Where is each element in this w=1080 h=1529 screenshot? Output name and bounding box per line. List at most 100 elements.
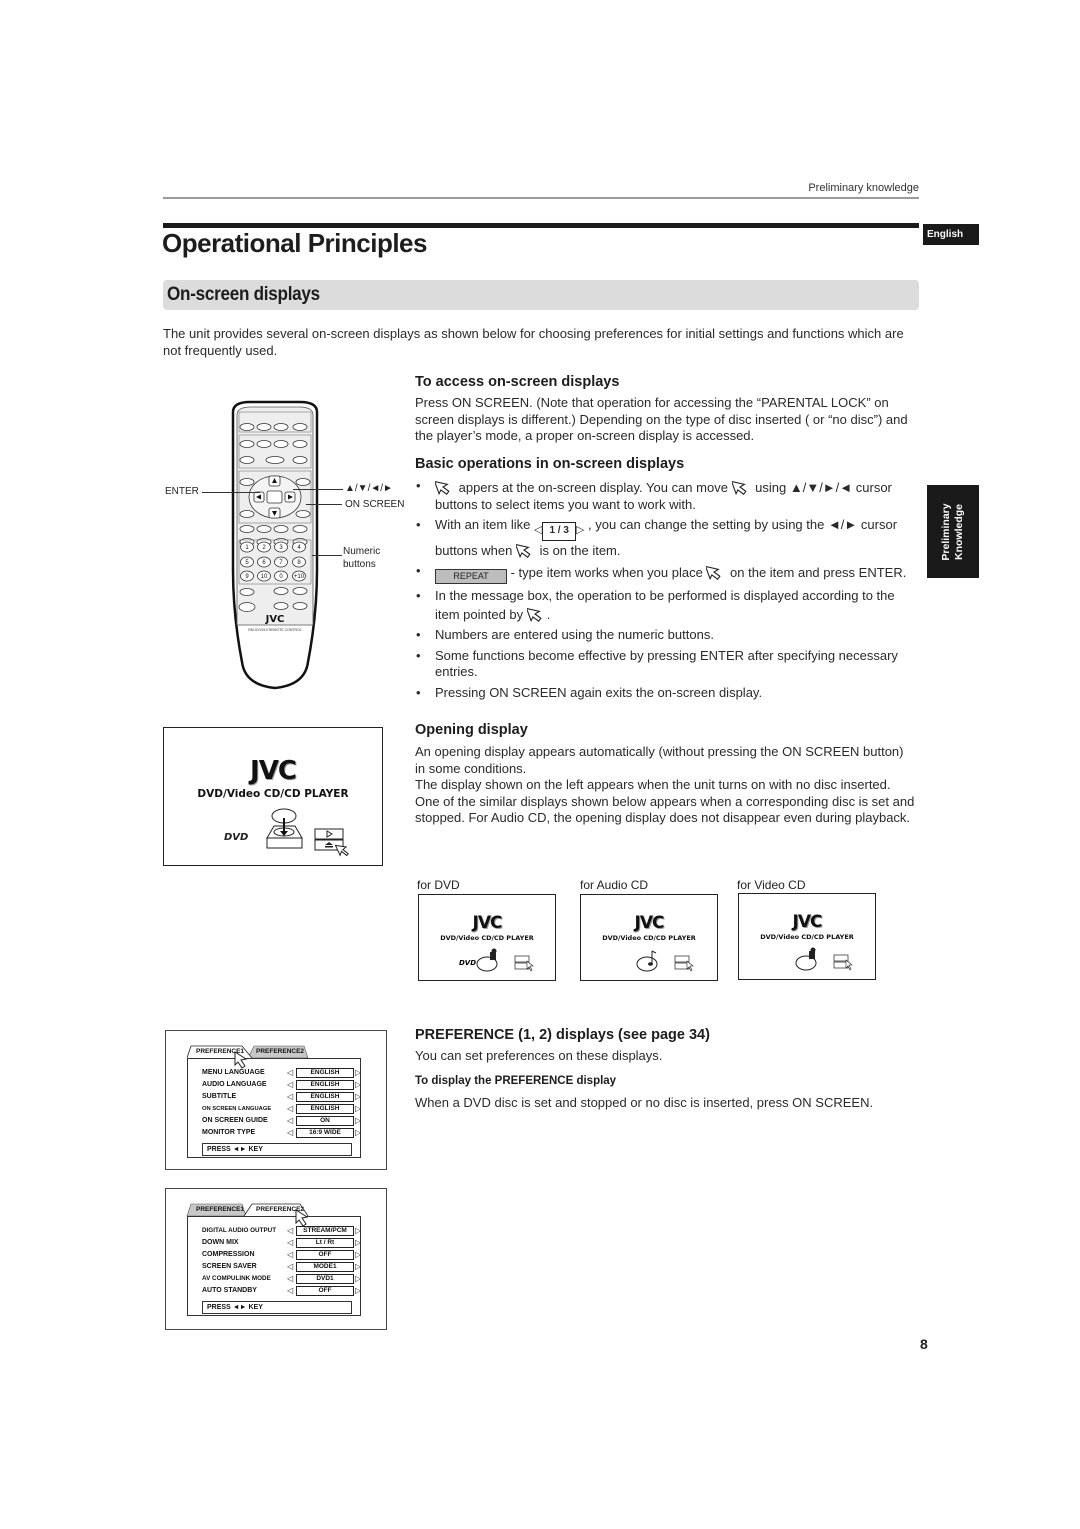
pref-row[interactable]: MENU LANGUAGE ◁ ENGLISH ▷ [188,1067,361,1079]
right-arrow-icon[interactable]: ▷ [355,1128,361,1138]
right-arrow-icon[interactable]: ▷ [355,1092,361,1102]
right-arrow-icon[interactable]: ▷ [355,1262,361,1272]
side-tab-line1: Preliminary [940,502,952,561]
pref-row[interactable]: COMPRESSION ◁ OFF ▷ [188,1249,361,1261]
item-example-box: ◁ 1 / 3 ▷ [534,521,584,541]
pref-label: COMPRESSION [202,1251,255,1258]
pref-value: Lt / Rt [296,1238,354,1248]
bullet3-text-a: - type item works when you place [507,565,707,580]
callout-line-arrows [293,489,343,490]
svg-text:10: 10 [261,574,268,580]
callout-numeric-line2: buttons [343,559,376,570]
pref-label: ON SCREEN GUIDE [202,1117,268,1124]
left-arrow-icon[interactable]: ◁ [287,1116,293,1126]
running-head: Preliminary knowledge [808,182,919,194]
screen-jvc-logo: JVC [250,756,297,786]
remote-control-illustration: 1234 5678 9 10 0 +10 JVC RM-SXV010 REMOTE C… [165,400,410,700]
right-arrow-icon[interactable]: ▷ [355,1068,361,1078]
right-arrow-icon[interactable]: ▷ [355,1238,361,1248]
preference2-list: DIGITAL AUDIO OUTPUT ◁ STREAM/PCM ▷ DOWN MI… [187,1216,361,1316]
left-arrow-icon[interactable]: ◁ [287,1286,293,1296]
opening-heading: Opening display [415,722,528,738]
right-arrow-icon[interactable]: ▷ [355,1274,361,1284]
pref-value: 16:9 WIDE [296,1128,354,1138]
pref-row[interactable]: SCREEN SAVER ◁ MODE1 ▷ [188,1261,361,1273]
bullet-numbers: Numbers are entered using the numeric bu… [415,627,915,644]
preference-subheading: To display the PREFERENCE display [415,1074,617,1087]
variant-label-dvd: for DVD [417,878,460,892]
cursor-arrow-icon [526,607,542,622]
cursor-arrow-icon [706,565,722,581]
pref-label: MONITOR TYPE [202,1129,256,1136]
bullet-cursor-appears: appers at the on-screen display. You can… [415,478,915,513]
left-arrow-icon[interactable]: ◁ [287,1238,293,1248]
bullet-repeat-type: REPEAT - type item works when you place … [415,563,915,584]
svg-text:JVC: JVC [265,614,285,625]
pref-row[interactable]: ON SCREEN GUIDE ◁ ON ▷ [188,1115,361,1127]
preference-section: PREFERENCE (1, 2) displays (see page 34)… [415,1027,915,1111]
pref-row[interactable]: AUDIO LANGUAGE ◁ ENGLISH ▷ [188,1079,361,1091]
variant-subtitle: DVD/Video CD/CD PLAYER [760,933,854,941]
cursor-arrow-icon [731,480,747,496]
page-number: 8 [920,1336,928,1352]
cursor-arrow-icon [515,543,531,558]
pref-value: ENGLISH [296,1092,354,1102]
pref-row[interactable]: AV COMPULINK MODE ◁ DVD1 ▷ [188,1273,361,1285]
right-arrow-icon[interactable]: ▷ [355,1116,361,1126]
right-arrow-icon[interactable]: ▷ [355,1250,361,1260]
opening-section: Opening display An opening display appea… [415,722,915,827]
bullet2-text-a: With an item like [435,517,534,532]
left-arrow-icon[interactable]: ◁ [287,1274,293,1284]
language-tab: English [923,224,979,245]
right-arrow-icon[interactable]: ▷ [355,1226,361,1236]
variant-jvc-logo: JVC [792,912,823,932]
pref-value: ENGLISH [296,1104,354,1114]
tab-preference2[interactable]: PREFERENCE2 [252,1046,308,1057]
bullet1-text-a: appers at the on-screen display. You can… [455,480,732,495]
opening-paragraph-1: An opening display appears automatically… [415,744,904,776]
right-arrow-icon[interactable]: ▷ [355,1080,361,1090]
tab-preference1[interactable]: PREFERENCE1 [192,1204,248,1215]
pref-row[interactable]: DOWN MIX ◁ Lt / Rt ▷ [188,1237,361,1249]
chapter-side-tab: Preliminary Knowledge [927,485,979,578]
left-arrow-icon[interactable]: ◁ [287,1128,293,1138]
left-arrow-icon[interactable]: ◁ [287,1262,293,1272]
variant-subtitle: DVD/Video CD/CD PLAYER [602,934,696,942]
bullet4-text-a: In the message box, the operation to be … [435,588,895,622]
pref-label: SCREEN SAVER [202,1263,257,1270]
left-arrow-icon[interactable]: ◁ [287,1226,293,1236]
left-arrow-icon[interactable]: ◁ [287,1092,293,1102]
left-arrow-icon[interactable]: ◁ [287,1068,293,1078]
callout-line-enter [202,492,260,493]
left-arrow-icon[interactable]: ◁ [287,1080,293,1090]
callout-arrows: ▲/▼/◄/► [345,483,393,494]
pref-label: DOWN MIX [202,1239,239,1246]
callout-line-numeric [312,555,342,556]
left-arrow-icon[interactable]: ◁ [287,1104,293,1114]
pref-value: OFF [296,1286,354,1296]
pref-label: SUBTITLE [202,1093,237,1100]
pref-row[interactable]: DIGITAL AUDIO OUTPUT ◁ STREAM/PCM ▷ [188,1225,361,1237]
item-example-value: 1 / 3 [542,522,576,541]
page-title: Operational Principles [162,228,427,258]
bullet2-text-c: is on the item. [535,542,621,558]
preference-instruction: When a DVD disc is set and stopped or no… [415,1094,874,1110]
left-arrow-icon: ◁ [533,524,543,536]
pref-row[interactable]: SUBTITLE ◁ ENGLISH ▷ [188,1091,361,1103]
bullet-enter-effective: Some functions become effective by press… [415,648,915,681]
pref-row[interactable]: AUTO STANDBY ◁ OFF ▷ [188,1285,361,1297]
svg-text:DVD: DVD [459,959,476,967]
pref-row[interactable]: ON SCREEN LANGUAGE ◁ ENGLISH ▷ [188,1103,361,1115]
left-arrow-icon[interactable]: ◁ [287,1250,293,1260]
intro-paragraph: The unit provides several on-screen disp… [163,326,904,358]
pref-message-box: PRESS ◄► KEY [202,1143,352,1156]
pref-value: MODE1 [296,1262,354,1272]
access-text: Press ON SCREEN. (Note that operation fo… [415,395,908,443]
dvd-movie-disc-icon: DVD [459,948,534,972]
pref-value: DVD1 [296,1274,354,1284]
right-arrow-icon[interactable]: ▷ [355,1104,361,1114]
pref-row[interactable]: MONITOR TYPE ◁ 16:9 WIDE ▷ [188,1127,361,1139]
right-arrow-icon[interactable]: ▷ [355,1286,361,1296]
preference2-screen: PREFERENCE1 PREFERENCE2 DIGITAL AUDIO OU… [165,1188,387,1330]
header-rule [163,197,919,199]
